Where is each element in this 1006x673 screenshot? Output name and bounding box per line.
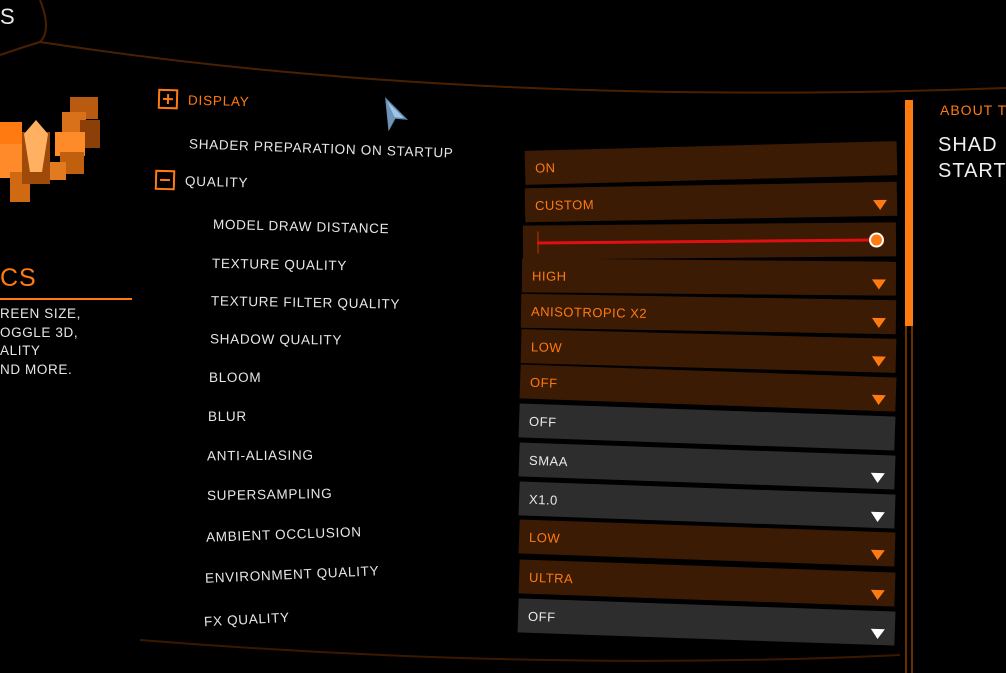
label-shader-preparation: SHADER PREPARATION ON STARTUP [188, 136, 454, 161]
label-texture-quality: TEXTURE QUALITY [211, 255, 348, 274]
label-anti-aliasing: ANTI-ALIASING [206, 447, 314, 464]
toggle-shader-preparation[interactable]: ON [524, 141, 898, 185]
category-quality[interactable]: QUALITY [154, 169, 249, 192]
triangle-down-icon [871, 279, 886, 290]
slider-track [536, 238, 877, 245]
label-environment-quality: ENVIRONMENT QUALITY [204, 563, 380, 586]
label-blur: BLUR [208, 409, 247, 424]
value-text: ANISOTROPIC X2 [530, 303, 648, 321]
value-text: OFF [527, 608, 556, 625]
triangle-down-icon [870, 549, 885, 561]
value-text: ULTRA [528, 569, 574, 586]
elite-wings-logo [0, 97, 100, 202]
value-text: OFF [528, 413, 557, 430]
value-text: HIGH [531, 267, 567, 284]
value-text: LOW [530, 338, 563, 355]
value-text: LOW [528, 529, 561, 546]
category-display[interactable]: DISPLAY [157, 88, 250, 111]
dropdown-texture-quality[interactable]: HIGH [521, 258, 897, 296]
value-text: SMAA [528, 452, 569, 469]
triangle-down-icon [870, 628, 885, 640]
plus-box-icon[interactable] [157, 88, 179, 110]
about-title: SHAD START [938, 134, 1006, 182]
section-description: REEN SIZE, OGGLE 3D, ALITY ND MORE. [0, 305, 120, 379]
label-fx-quality: FX QUALITY [203, 609, 291, 630]
label-ambient-occlusion: AMBIENT OCCLUSION [205, 524, 362, 545]
section-title: CS [0, 264, 37, 292]
category-label: DISPLAY [187, 92, 250, 109]
triangle-down-icon [872, 199, 888, 211]
triangle-down-icon [871, 317, 886, 329]
value-text: ON [534, 159, 556, 176]
label-bloom: BLOOM [209, 370, 262, 385]
description-line: OGGLE 3D, [0, 324, 79, 340]
triangle-down-icon [870, 589, 885, 601]
triangle-down-icon [870, 511, 885, 523]
description-line: ND MORE. [0, 361, 73, 377]
slider-handle[interactable] [868, 232, 885, 248]
value-text: X1.0 [528, 491, 559, 508]
section-divider [0, 298, 132, 300]
triangle-down-icon [871, 394, 886, 406]
minus-box-icon[interactable] [154, 169, 176, 191]
description-line: ALITY [0, 343, 41, 358]
dropdown-texture-filter-quality[interactable]: ANISOTROPIC X2 [520, 293, 897, 335]
about-label: ABOUT T [940, 102, 1006, 118]
dropdown-fx-quality[interactable]: OFF [517, 598, 896, 646]
label-texture-filter-quality: TEXTURE FILTER QUALITY [210, 293, 401, 312]
value-text: CUSTOM [534, 196, 595, 213]
label-shadow-quality: SHADOW QUALITY [209, 331, 343, 348]
label-model-draw-distance: MODEL DRAW DISTANCE [212, 216, 390, 237]
category-label: QUALITY [184, 173, 249, 190]
slider-model-draw-distance[interactable] [522, 222, 897, 260]
triangle-down-icon [870, 472, 885, 484]
triangle-down-icon [871, 356, 886, 367]
scrollbar-thumb[interactable] [905, 100, 913, 326]
label-supersampling: SUPERSAMPLING [206, 485, 333, 504]
window-title-fragment: S [0, 4, 16, 29]
description-line: REEN SIZE, [0, 306, 82, 321]
arrow-cursor-icon [385, 97, 408, 131]
value-text: OFF [529, 374, 558, 391]
dropdown-quality-preset[interactable]: CUSTOM [524, 181, 898, 223]
